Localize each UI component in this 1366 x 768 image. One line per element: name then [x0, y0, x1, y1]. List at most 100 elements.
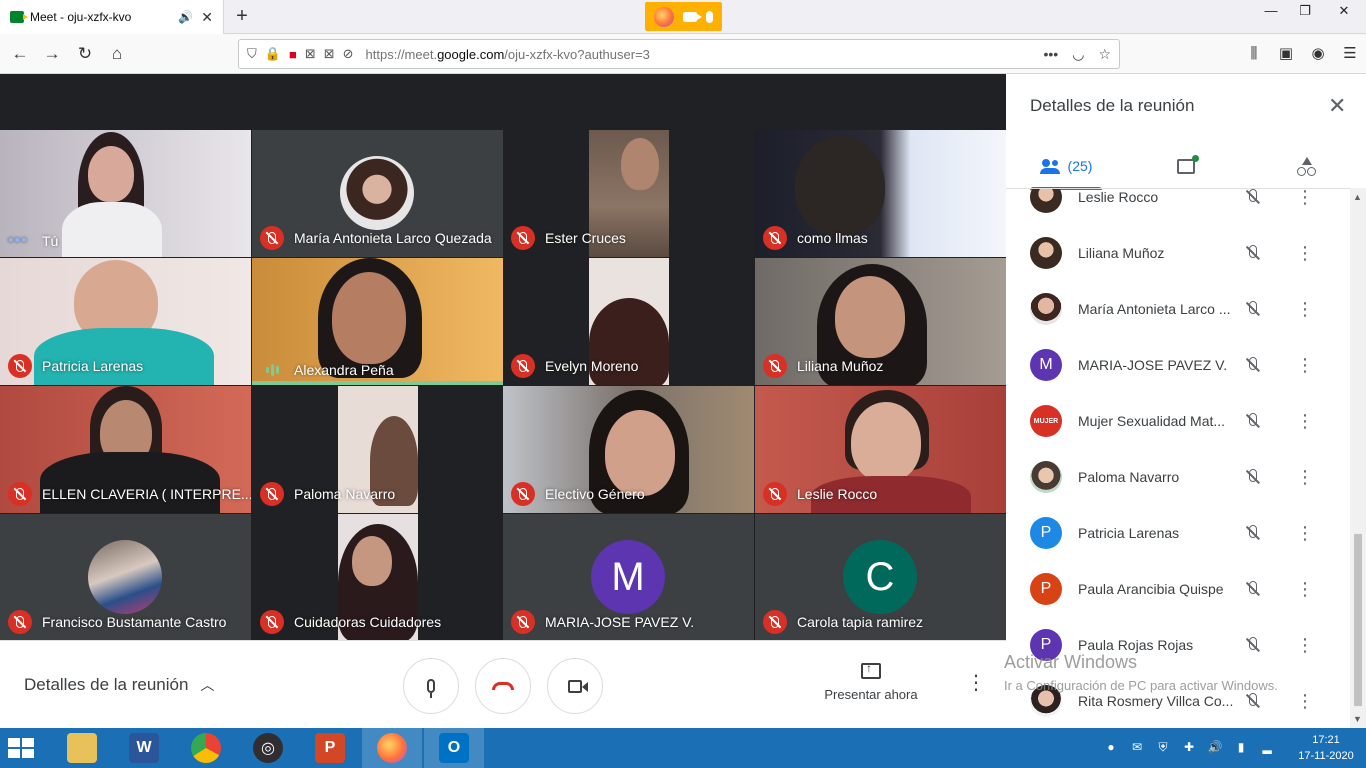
- camera-permission-icon[interactable]: ■: [289, 47, 297, 62]
- list-item[interactable]: MUJER Mujer Sexualidad Mat... ⋮: [1006, 393, 1350, 449]
- mic-off-icon[interactable]: [1244, 692, 1262, 710]
- file-explorer-icon[interactable]: [52, 728, 112, 768]
- list-item[interactable]: Rita Rosmery Villca Co... ⋮: [1006, 673, 1350, 728]
- video-tile[interactable]: Cuidadoras Cuidadores: [252, 514, 503, 641]
- video-tile[interactable]: M MARIA-JOSE PAVEZ V.: [503, 514, 754, 641]
- camera-button[interactable]: [547, 658, 603, 714]
- video-tile[interactable]: Liliana Muñoz: [755, 258, 1006, 385]
- maximize-icon[interactable]: ❐: [1288, 0, 1322, 24]
- minimize-icon[interactable]: —: [1254, 0, 1288, 24]
- home-icon[interactable]: ⌂: [105, 42, 129, 66]
- chrome-icon[interactable]: [176, 728, 236, 768]
- reload-icon[interactable]: ↻: [73, 42, 97, 66]
- firefox-taskbar-icon[interactable]: [362, 728, 422, 768]
- tab-chat[interactable]: [1146, 142, 1226, 190]
- video-tile[interactable]: Ester Cruces: [503, 130, 754, 257]
- browser-tab-meet[interactable]: Meet - oju-xzfx-kvo 🔊 ✕: [0, 0, 224, 34]
- url-text[interactable]: https://meet.google.com/oju-xzfx-kvo?aut…: [366, 47, 650, 62]
- close-icon[interactable]: ✕: [1328, 93, 1346, 119]
- more-vert-icon[interactable]: ⋮: [1296, 356, 1314, 374]
- window-close-icon[interactable]: ✕: [1322, 0, 1366, 24]
- mic-off-icon[interactable]: [1244, 412, 1262, 430]
- mic-off-icon[interactable]: [1244, 300, 1262, 318]
- page-actions-button[interactable]: •••: [1044, 46, 1059, 63]
- mic-off-icon[interactable]: [1244, 189, 1262, 206]
- video-tile[interactable]: ELLEN CLAVERIA ( INTERPRE...: [0, 386, 251, 513]
- library-icon[interactable]: ⫼: [1238, 42, 1270, 66]
- list-item[interactable]: P Patricia Larenas ⋮: [1006, 505, 1350, 561]
- video-tile[interactable]: C Carola tapia ramirez: [755, 514, 1006, 641]
- account-icon[interactable]: ◉: [1302, 42, 1334, 66]
- more-vert-icon[interactable]: ⋮: [1296, 189, 1314, 206]
- video-tile[interactable]: Leslie Rocco: [755, 386, 1006, 513]
- new-tab-button[interactable]: +: [230, 4, 254, 28]
- list-item[interactable]: Paloma Navarro ⋮: [1006, 449, 1350, 505]
- list-item[interactable]: María Antonieta Larco ... ⋮: [1006, 281, 1350, 337]
- list-item[interactable]: M MARIA-JOSE PAVEZ V. ⋮: [1006, 337, 1350, 393]
- list-item[interactable]: P Paula Arancibia Quispe ⋮: [1006, 561, 1350, 617]
- forward-icon[interactable]: →: [40, 42, 64, 66]
- pocket-icon[interactable]: ◡: [1072, 46, 1084, 63]
- taskbar-clock[interactable]: 17:21 17-11-2020: [1286, 732, 1366, 764]
- present-now-button[interactable]: Presentar ahora: [823, 661, 919, 702]
- mic-off-icon[interactable]: [1244, 356, 1262, 374]
- tab-close-icon[interactable]: ✕: [201, 9, 213, 26]
- sidebar-icon[interactable]: ▣: [1270, 42, 1302, 66]
- mic-off-icon[interactable]: [1244, 524, 1262, 542]
- more-vert-icon[interactable]: ⋮: [1296, 244, 1314, 262]
- obs-icon[interactable]: ◎: [238, 728, 298, 768]
- more-vert-icon[interactable]: ⋮: [1296, 692, 1314, 710]
- video-tile[interactable]: Electivo Género: [503, 386, 754, 513]
- more-options-icon[interactable]: ⋮: [966, 673, 986, 693]
- video-tile[interactable]: María Antonieta Larco Quezada: [252, 130, 503, 257]
- battery-icon[interactable]: ▮: [1230, 740, 1252, 756]
- tab-activities[interactable]: [1266, 142, 1346, 190]
- security-tray-icon[interactable]: ⛨: [1152, 740, 1174, 756]
- microphone-button[interactable]: [403, 658, 459, 714]
- back-icon[interactable]: ←: [8, 42, 32, 66]
- video-tile[interactable]: Patricia Larenas: [0, 258, 251, 385]
- volume-icon[interactable]: 🔊: [1204, 740, 1226, 756]
- powerpoint-icon[interactable]: P: [300, 728, 360, 768]
- update-tray-icon[interactable]: ✚: [1178, 740, 1200, 756]
- video-tile[interactable]: Paloma Navarro: [252, 386, 503, 513]
- tab-people[interactable]: (25): [1030, 142, 1102, 190]
- outlook-tray-icon[interactable]: ✉: [1126, 740, 1148, 756]
- mic-off-icon[interactable]: [1244, 580, 1262, 598]
- list-item[interactable]: P Paula Rojas Rojas ⋮: [1006, 617, 1350, 673]
- word-icon[interactable]: W: [114, 728, 174, 768]
- participant-list-scrollbar[interactable]: ▲ ▼: [1350, 188, 1366, 728]
- lock-icon[interactable]: 🔒: [265, 46, 281, 62]
- mic-off-icon[interactable]: [1244, 636, 1262, 654]
- mic-off-icon[interactable]: [1244, 468, 1262, 486]
- obs-tray-icon[interactable]: ●: [1100, 740, 1122, 756]
- more-vert-icon[interactable]: ⋮: [1296, 412, 1314, 430]
- scrollbar-thumb[interactable]: [1354, 534, 1362, 706]
- more-vert-icon[interactable]: ⋮: [1296, 580, 1314, 598]
- autoplay-permission-icon[interactable]: ⊘: [343, 46, 354, 62]
- network-icon[interactable]: ▂: [1256, 740, 1278, 756]
- list-item[interactable]: Leslie Rocco ⋮: [1006, 189, 1350, 225]
- more-vert-icon[interactable]: ⋮: [1296, 524, 1314, 542]
- leave-call-button[interactable]: [475, 658, 531, 714]
- sharing-indicator[interactable]: [645, 2, 722, 31]
- start-button[interactable]: [8, 738, 36, 760]
- bookmark-star-icon[interactable]: ☆: [1098, 46, 1111, 63]
- url-bar[interactable]: ⛉ 🔒 ■ ⊠ ⊠ ⊘ https://meet.google.com/oju-…: [238, 39, 1120, 69]
- scroll-down-icon[interactable]: ▼: [1353, 714, 1362, 724]
- more-vert-icon[interactable]: ⋮: [1296, 468, 1314, 486]
- more-vert-icon[interactable]: ⋮: [1296, 636, 1314, 654]
- video-tile[interactable]: ••• Tú: [0, 130, 251, 257]
- menu-icon[interactable]: ☰: [1334, 42, 1366, 66]
- more-vert-icon[interactable]: ⋮: [1296, 300, 1314, 318]
- mic-off-icon[interactable]: [1244, 244, 1262, 262]
- scroll-up-icon[interactable]: ▲: [1353, 192, 1362, 202]
- meeting-details-toggle[interactable]: Detalles de la reunión ︿: [24, 675, 214, 695]
- microphone-permission-icon[interactable]: ⊠: [305, 46, 316, 62]
- video-tile[interactable]: Francisco Bustamante Castro: [0, 514, 251, 641]
- outlook-icon[interactable]: O: [424, 728, 484, 768]
- list-item[interactable]: Liliana Muñoz ⋮: [1006, 225, 1350, 281]
- video-tile[interactable]: como llmas: [755, 130, 1006, 257]
- video-tile[interactable]: Alexandra Peña: [252, 258, 503, 385]
- speaker-icon[interactable]: 🔊: [178, 10, 193, 24]
